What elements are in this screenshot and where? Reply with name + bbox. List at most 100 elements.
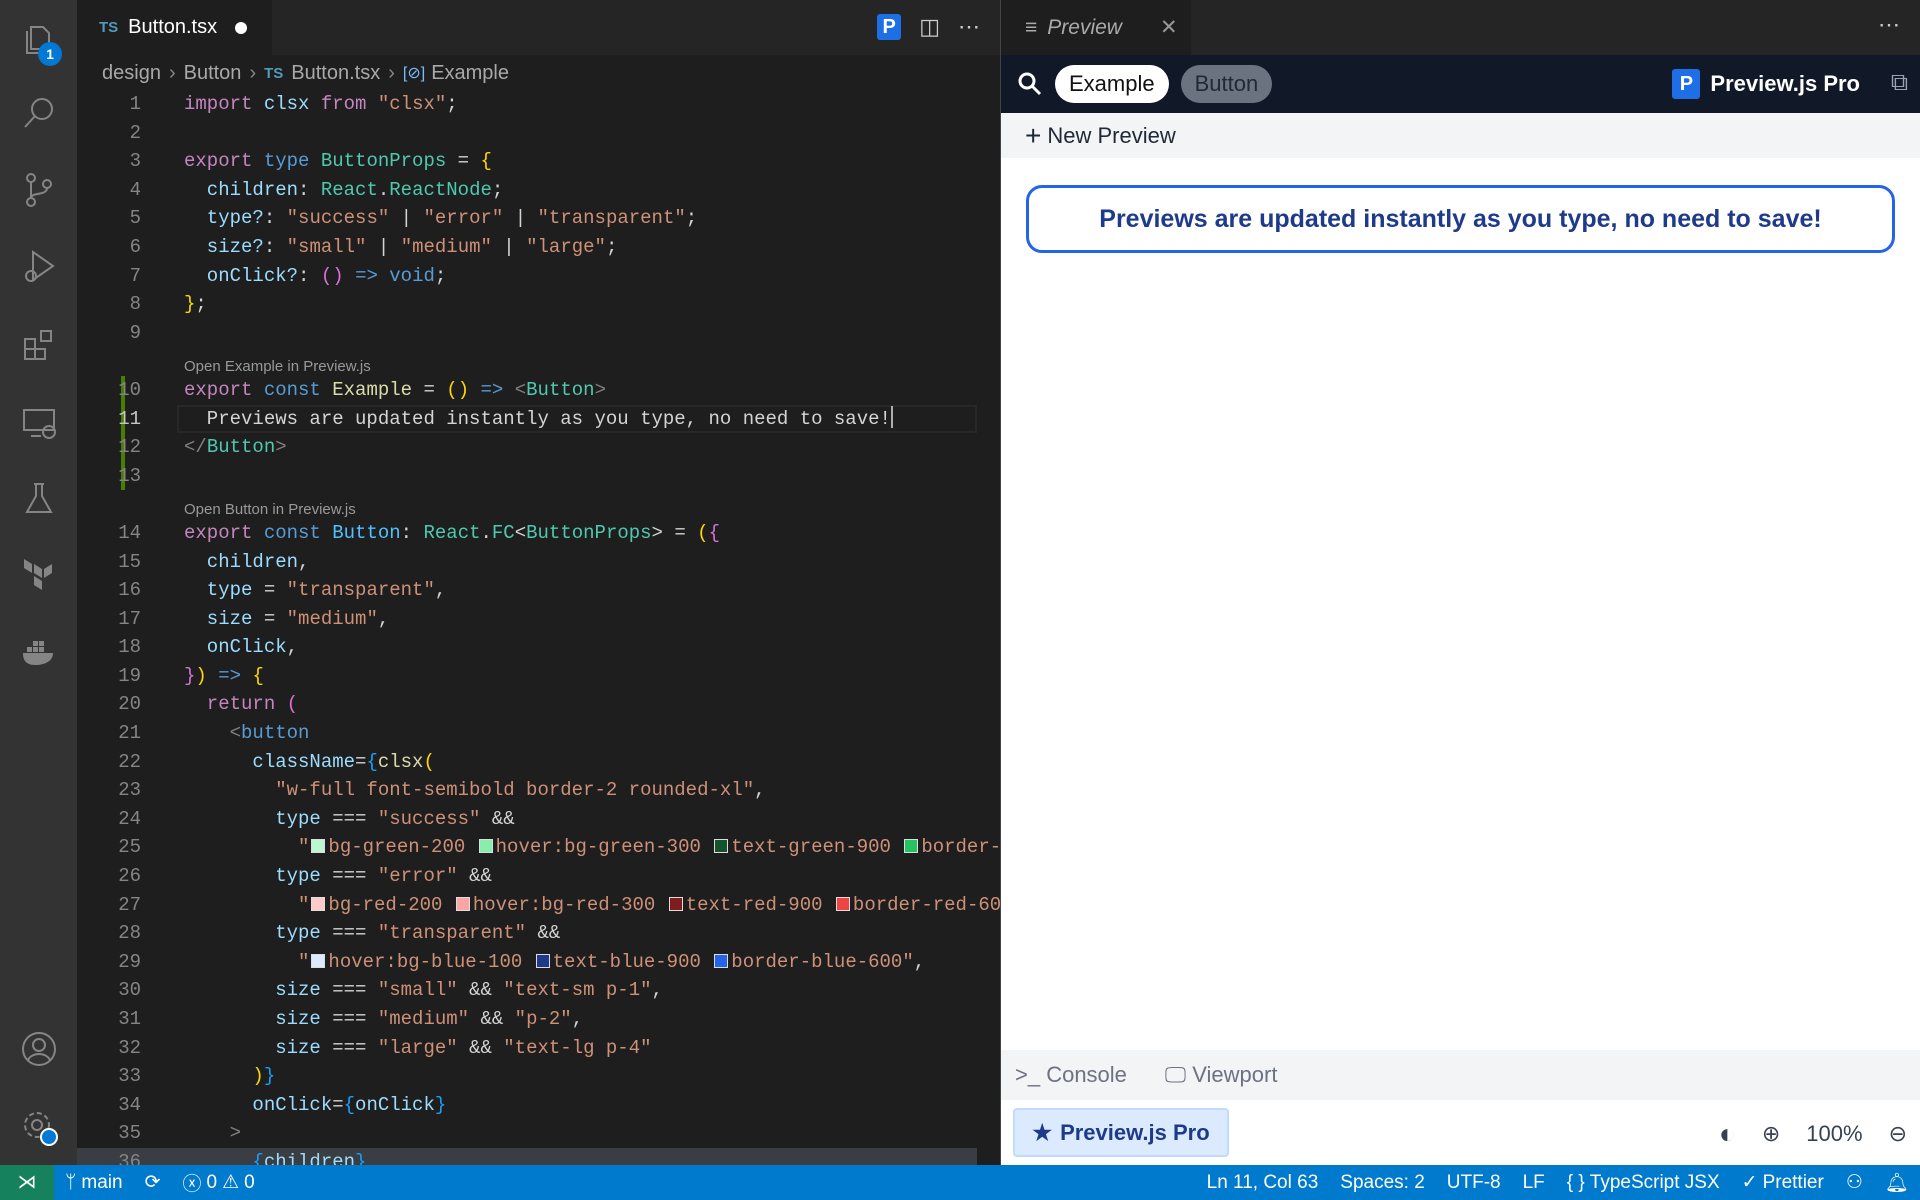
color-swatch[interactable] [535, 953, 550, 968]
line-number: 33 [118, 1065, 141, 1088]
line-text: export type ButtonProps = { [184, 147, 492, 176]
previewjs-pro-button[interactable]: ★ Preview.js Pro [1013, 1108, 1229, 1157]
cursor-position[interactable]: Ln 11, Col 63 [1196, 1171, 1330, 1195]
code-token: "success" [377, 807, 481, 830]
files-icon[interactable]: 1 [0, 4, 77, 74]
line-number: 32 [118, 1036, 141, 1059]
encoding[interactable]: UTF-8 [1436, 1171, 1512, 1195]
code-line: 30 size === "small" && "text-sm p-1", [77, 976, 977, 1005]
code-line: 5 type?: "success" | "error" | "transpar… [77, 204, 977, 233]
code-token: () [320, 264, 344, 287]
search-icon[interactable] [1017, 71, 1043, 97]
error-count: 0 [206, 1171, 218, 1193]
code-line: 10 export const Example = () => <Button> [77, 375, 977, 405]
tab-viewport[interactable]: 🖵 Viewport [1165, 1062, 1278, 1088]
code-line: 36 {children} [77, 1147, 977, 1165]
line-number: 36 [118, 1150, 141, 1165]
remote-icon[interactable]: ⋊ [0, 1165, 54, 1200]
line-text: onClick={onClick} [184, 1091, 446, 1120]
code-line: 15 children, [77, 548, 977, 577]
editor-group: TS Button.tsx P ◫ ⋯ design › Button › TS Bu… [77, 0, 1000, 1165]
color-swatch[interactable] [311, 896, 326, 911]
component-pill-example[interactable]: Example [1055, 65, 1169, 103]
code-area[interactable]: 1 import clsx from "clsx"; 2 3 export type B… [77, 90, 1000, 1165]
breadcrumb-item[interactable]: Example [431, 62, 509, 85]
code-token: { [252, 664, 264, 687]
code-line: 8}; [77, 290, 977, 319]
tab-button-tsx[interactable]: TS Button.tsx [77, 0, 272, 55]
line-number: 29 [118, 950, 141, 973]
sync-icon[interactable]: ⟳ [134, 1171, 172, 1194]
line-text: }; [184, 290, 207, 319]
component-pill-button[interactable]: Button [1180, 65, 1273, 103]
docker-icon[interactable] [0, 618, 77, 688]
code-token: ; [195, 293, 207, 316]
formatter-label: Prettier [1762, 1171, 1824, 1193]
terraform-icon[interactable] [0, 541, 77, 611]
color-swatch[interactable] [714, 953, 729, 968]
indentation[interactable]: Spaces: 2 [1329, 1171, 1436, 1195]
line-number: 12 [118, 436, 141, 459]
zoom-in-icon[interactable]: ⊕ [1762, 1121, 1780, 1147]
open-preview-icon[interactable]: P [877, 14, 902, 40]
tab-console[interactable]: >_ Console [1015, 1062, 1127, 1088]
remote-explorer-icon[interactable] [0, 387, 77, 457]
tab-preview[interactable]: ≡ Preview ✕ [1001, 0, 1191, 55]
code-token: text-blue-900 [552, 950, 713, 973]
extensions-icon[interactable] [0, 310, 77, 380]
settings-icon[interactable] [0, 1092, 77, 1162]
open-external-icon[interactable]: ⧉ [1891, 69, 1908, 97]
language-mode[interactable]: { } TypeScript JSX [1556, 1171, 1731, 1195]
problems-indicator[interactable]: ⓧ 0 ⚠ 0 [172, 1169, 266, 1196]
breadcrumb-item[interactable]: Button [184, 62, 242, 85]
line-number: 27 [118, 893, 141, 916]
color-swatch[interactable] [455, 896, 470, 911]
color-swatch[interactable] [904, 839, 919, 854]
code-token: export [184, 521, 253, 544]
testing-icon[interactable] [0, 463, 77, 533]
theme-toggle-icon[interactable]: ◐ [1719, 1118, 1736, 1150]
code-token: | [491, 235, 527, 258]
zoom-out-icon[interactable]: ⊖ [1889, 1121, 1907, 1147]
code-line: 7 onClick?: () => void; [77, 262, 977, 291]
source-control-icon[interactable] [0, 155, 77, 225]
color-swatch[interactable] [714, 839, 729, 854]
split-editor-icon[interactable]: ◫ [919, 14, 940, 40]
prettier-status[interactable]: ✓ Prettier [1731, 1171, 1835, 1195]
breadcrumb-item[interactable]: Button.tsx [291, 62, 380, 85]
code-token: && [457, 865, 492, 888]
more-actions-icon[interactable]: ⋯ [958, 14, 980, 40]
search-icon[interactable] [0, 78, 77, 148]
branch-indicator[interactable]: ᛘ main [54, 1172, 134, 1194]
code-token: => [218, 664, 242, 687]
color-swatch[interactable] [478, 839, 493, 854]
line-number: 4 [129, 178, 141, 201]
color-swatch[interactable] [311, 839, 326, 854]
breadcrumb-item[interactable]: design [102, 62, 161, 85]
unsaved-dot-icon[interactable] [235, 21, 248, 34]
rendered-button[interactable]: Previews are updated instantly as you ty… [1026, 185, 1895, 253]
new-preview-button[interactable]: + New Preview [1001, 113, 1920, 158]
code-token: = [446, 150, 481, 173]
code-token: </ [184, 436, 207, 459]
code-token: children [263, 1150, 356, 1165]
code-token: ButtonProps [320, 150, 447, 173]
code-token: ReactNode [389, 178, 492, 201]
color-swatch[interactable] [311, 953, 326, 968]
color-swatch[interactable] [668, 896, 683, 911]
close-icon[interactable]: ✕ [1160, 15, 1178, 40]
feedback-icon[interactable]: ⚇ [1835, 1171, 1874, 1195]
breadcrumb: design › Button › TS Button.tsx › [⊘] Example [77, 55, 1000, 91]
line-text: " hover:bg-blue-100 text-blue-900 border-… [184, 948, 925, 977]
line-text: }) => { [184, 662, 264, 691]
color-swatch[interactable] [835, 896, 850, 911]
notifications-icon[interactable]: 🔔︎ [1874, 1171, 1920, 1195]
line-number: 23 [118, 779, 141, 802]
account-icon[interactable] [0, 1014, 77, 1084]
code-token: clsx [263, 93, 310, 115]
run-debug-icon[interactable] [0, 231, 77, 301]
eol[interactable]: LF [1512, 1171, 1556, 1195]
more-actions-icon[interactable]: ⋯ [1878, 12, 1900, 38]
